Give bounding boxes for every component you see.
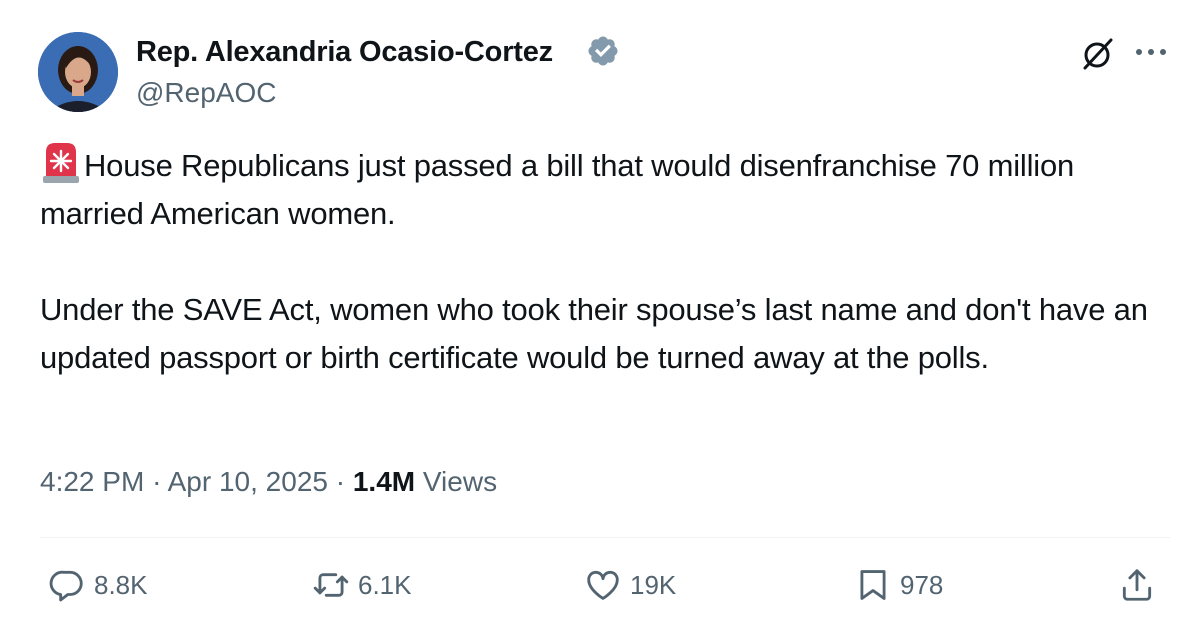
bookmark-icon (860, 570, 886, 600)
author-handle[interactable]: @RepAOC (136, 76, 276, 110)
tweet-date[interactable]: Apr 10, 2025 (168, 466, 328, 497)
tweet-card: Rep. Alexandria Ocasio-Cortez @RepAOC Ho… (0, 0, 1188, 634)
tweet-text: House Republicans just passed a bill tha… (40, 140, 1150, 382)
bookmark-count: 978 (900, 569, 944, 600)
tweet-meta: 4:22 PM · Apr 10, 2025 · 1.4M Views (40, 462, 497, 502)
views-label: Views (422, 466, 498, 497)
tweet-time[interactable]: 4:22 PM (40, 466, 144, 497)
tweet-paragraph-1-text: House Republicans just passed a bill tha… (40, 148, 1075, 231)
repost-icon (313, 573, 349, 597)
bookmark-button[interactable]: 978 (854, 560, 943, 610)
reply-button[interactable]: 8.8K (48, 560, 148, 610)
divider (40, 537, 1170, 538)
repost-count: 6.1K (358, 569, 412, 600)
avatar[interactable] (38, 32, 118, 112)
reply-icon (49, 570, 83, 602)
share-icon (1122, 569, 1152, 601)
share-button[interactable] (1118, 560, 1156, 610)
verified-badge-icon (588, 36, 618, 66)
heart-icon (587, 570, 619, 600)
action-bar: 8.8K 6.1K 19K 978 (0, 560, 1188, 610)
views-count: 1.4M (352, 466, 416, 497)
tweet-paragraph-1: House Republicans just passed a bill tha… (40, 140, 1150, 238)
like-count: 19K (630, 569, 677, 600)
meta-separator: · (335, 466, 346, 497)
tweet-paragraph-2: Under the SAVE Act, women who took their… (40, 292, 1148, 375)
author-name[interactable]: Rep. Alexandria Ocasio-Cortez (136, 34, 553, 70)
repost-button[interactable]: 6.1K (312, 560, 412, 610)
meta-separator: · (152, 466, 162, 497)
grok-icon[interactable] (1078, 34, 1118, 74)
police-siren-emoji (43, 143, 79, 183)
like-button[interactable]: 19K (584, 560, 676, 610)
more-icon[interactable] (1133, 40, 1169, 64)
reply-count: 8.8K (94, 569, 148, 600)
